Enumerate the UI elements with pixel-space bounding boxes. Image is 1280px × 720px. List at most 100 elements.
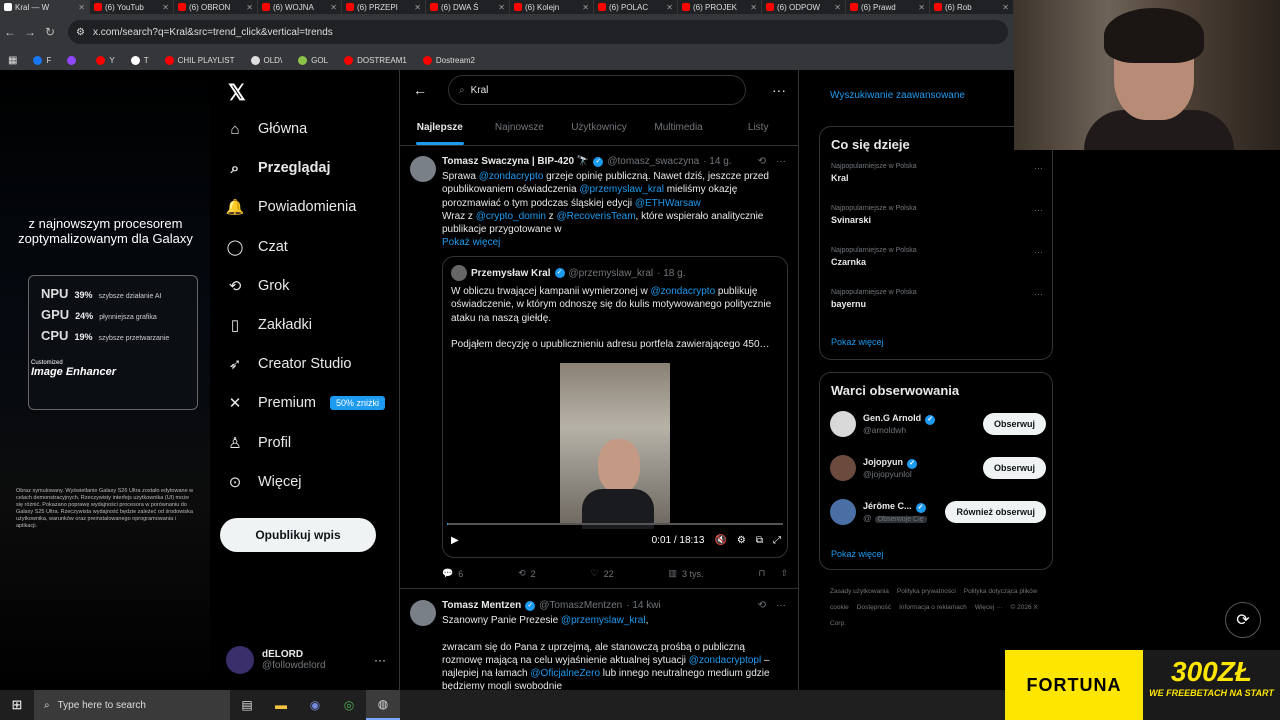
show-more-link[interactable]: Pokaż więcej <box>442 236 780 249</box>
bookmark-item[interactable]: Y <box>96 55 115 65</box>
close-tab-icon[interactable]: ✕ <box>330 3 337 12</box>
bookmark-button[interactable]: ⊓ ⇧ <box>758 568 788 579</box>
browser-tab[interactable]: Kral — W ✕ <box>0 0 90 14</box>
follow-button[interactable]: Obserwuj <box>982 413 1046 435</box>
post-button[interactable]: Opublikuj wpis <box>220 518 376 552</box>
close-tab-icon[interactable]: ✕ <box>918 3 925 12</box>
bookmark-item[interactable]: F <box>33 55 51 65</box>
mute-icon[interactable]: 🔇 <box>714 535 726 546</box>
more-dots-icon[interactable]: ··· <box>772 82 786 98</box>
nav-item-chat[interactable]: ◯ Czat <box>226 238 288 256</box>
file-explorer-icon[interactable]: ▬ <box>264 690 298 720</box>
tweet-time[interactable]: · 14 kwi <box>626 600 660 611</box>
browser-tab[interactable]: (6) Prawd ✕ <box>846 0 930 14</box>
mention-link[interactable]: @przemyslaw_kral <box>561 615 646 626</box>
follow-button[interactable]: Obserwuj <box>982 457 1046 479</box>
more-dots-icon[interactable]: ··· <box>776 600 786 611</box>
search-tab[interactable]: Multimedia <box>639 110 719 145</box>
author-name[interactable]: Tomasz Swaczyna | BIP-420 🔭 <box>442 156 589 167</box>
search-tab[interactable]: Najnowsze <box>480 110 560 145</box>
nav-item-rocket[interactable]: ➶ Creator Studio <box>226 355 352 373</box>
mention-link[interactable]: @OficjalneZero <box>530 668 600 679</box>
views-button[interactable]: ▥ 3 tys. <box>669 568 704 579</box>
premium-badge[interactable]: 50% zniżki <box>330 396 386 411</box>
galaxy-ad[interactable]: z najnowszym procesorem zoptymalizowanym… <box>0 70 210 690</box>
close-tab-icon[interactable]: ✕ <box>78 3 85 12</box>
task-view-icon[interactable]: ▤ <box>230 690 264 720</box>
video-progress-bar[interactable] <box>447 523 783 525</box>
footer-link[interactable]: Więcej ··· <box>975 604 1003 611</box>
mention-link[interactable]: @zondacryptopl <box>689 655 761 666</box>
chrome-icon[interactable]: ◎ <box>332 690 366 720</box>
trend-item[interactable]: Najpopularniejsze w Polska Svinarski ··· <box>831 205 1043 225</box>
browser-tab[interactable]: (6) PROJEK ✕ <box>678 0 762 14</box>
trend-item[interactable]: Najpopularniejsze w Polska Kral ··· <box>831 163 1043 183</box>
browser-tab[interactable]: (6) DWA Ś ✕ <box>426 0 510 14</box>
nav-item-x[interactable]: ✕ Premium 50% zniżki <box>226 394 386 412</box>
bookmark-item[interactable]: T <box>130 55 149 65</box>
follow-suggestion[interactable]: Gen.G Arnold ✓ @arnoldwh Obserwuj <box>830 409 1046 439</box>
footer-link[interactable]: Informacja o reklamach <box>899 604 967 611</box>
browser-tab[interactable]: (6) ODPOW ✕ <box>762 0 846 14</box>
grok-float-icon[interactable]: ⟳ <box>1225 602 1261 638</box>
close-tab-icon[interactable]: ✕ <box>834 3 841 12</box>
browser-tab[interactable]: (6) Kolejn ✕ <box>510 0 594 14</box>
follow-suggestion[interactable]: Jérôme C... ✓ @ Obserwuje Cię Również obserw… <box>830 497 1046 527</box>
bookmark-item[interactable]: CHIL PLAYLIST <box>164 55 235 65</box>
mention-link[interactable]: @zondacrypto <box>479 171 544 182</box>
search-tab[interactable]: Użytkownicy <box>559 110 639 145</box>
follow-button[interactable]: Również obserwuj <box>945 501 1046 523</box>
play-icon[interactable]: ▶ <box>451 535 459 546</box>
browser-tab[interactable]: (6) PRZEPI ✕ <box>342 0 426 14</box>
x-logo-icon[interactable]: 𝕏 <box>228 80 246 106</box>
mention-link[interactable]: @crypto_domin <box>476 211 546 222</box>
browser-tab[interactable]: (6) Rob ✕ <box>930 0 1014 14</box>
bookmark-item[interactable]: GOL <box>298 55 328 65</box>
forward-icon[interactable]: → <box>20 25 40 39</box>
nav-item-search[interactable]: ⌕ Przeglądaj <box>226 159 331 177</box>
quoted-tweet[interactable]: Przemysław Kral ✓ @przemyslaw_kral · 18 … <box>442 256 788 558</box>
browser-tab[interactable]: (6) WOJNA ✕ <box>258 0 342 14</box>
site-info-icon[interactable]: ⚙ <box>76 27 85 38</box>
nav-item-person[interactable]: ♙ Profil <box>226 434 291 452</box>
video-player[interactable] <box>560 363 670 529</box>
more-dots-icon[interactable]: ··· <box>374 653 386 667</box>
pip-icon[interactable]: ⧉ <box>756 535 763 546</box>
search-tab[interactable]: Najlepsze <box>400 110 480 145</box>
more-dots-icon[interactable]: ··· <box>776 156 786 167</box>
obs-icon[interactable]: ◍ <box>366 690 400 720</box>
trend-item[interactable]: Najpopularniejsze w Polska Czarnka ··· <box>831 247 1043 267</box>
nav-item-bookmark[interactable]: ▯ Zakładki <box>226 316 312 334</box>
search-input[interactable]: ⌕ Kral <box>448 75 746 105</box>
trends-show-more[interactable]: Pokaż więcej <box>831 337 884 347</box>
browser-tab[interactable]: (6) OBRON ✕ <box>174 0 258 14</box>
account-switcher[interactable]: dELORD @followdelord ··· <box>226 646 386 674</box>
apps-grid-icon[interactable]: ▦ <box>8 55 17 66</box>
back-icon[interactable]: ← <box>0 25 20 39</box>
more-dots-icon[interactable]: ··· <box>1034 163 1043 173</box>
close-tab-icon[interactable]: ✕ <box>750 3 757 12</box>
close-tab-icon[interactable]: ✕ <box>582 3 589 12</box>
url-field[interactable]: ⚙ x.com/search?q=Kral&src=trend_click&ve… <box>68 20 1008 44</box>
grok-icon[interactable]: ⟲ <box>758 600 766 611</box>
browser-tab[interactable]: (6) POLAC ✕ <box>594 0 678 14</box>
close-tab-icon[interactable]: ✕ <box>414 3 421 12</box>
bookmark-item[interactable]: DOSTREAM1 <box>344 55 407 65</box>
tweet[interactable]: Tomasz Swaczyna | BIP-420 🔭 ✓ @tomasz_sw… <box>400 146 798 586</box>
tweet[interactable]: Tomasz Mentzen ✓ @TomaszMentzen · 14 kwi… <box>400 590 798 692</box>
more-dots-icon[interactable]: ··· <box>1034 289 1043 299</box>
more-dots-icon[interactable]: ··· <box>1034 205 1043 215</box>
browser-tab[interactable]: (6) YouTub ✕ <box>90 0 174 14</box>
windows-start-icon[interactable]: ⊞ <box>0 697 34 713</box>
footer-link[interactable]: Dostępność <box>857 604 891 611</box>
reload-icon[interactable]: ↻ <box>40 25 60 39</box>
nav-item-grok[interactable]: ⟲ Grok <box>226 277 290 295</box>
follow-suggestion[interactable]: Jojopyun ✓ @jojopyunlol Obserwuj <box>830 453 1046 483</box>
more-dots-icon[interactable]: ··· <box>1034 247 1043 257</box>
bookmark-item[interactable] <box>67 55 80 65</box>
mention-link[interactable]: @zondacrypto <box>651 286 716 297</box>
fullscreen-icon[interactable]: ⤢ <box>773 535 781 546</box>
close-tab-icon[interactable]: ✕ <box>162 3 169 12</box>
close-tab-icon[interactable]: ✕ <box>246 3 253 12</box>
tweet-time[interactable]: · 14 g. <box>703 156 731 167</box>
